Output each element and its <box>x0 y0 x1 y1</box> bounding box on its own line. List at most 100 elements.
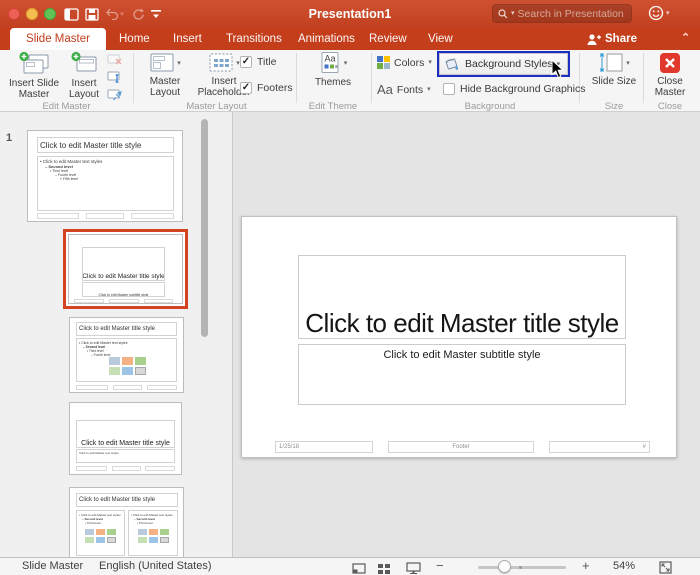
themes-label: Themes <box>314 77 352 88</box>
colors-caret: ▾ <box>428 59 432 66</box>
redo-icon[interactable] <box>130 6 146 22</box>
master-slide-number: 1 <box>6 132 13 144</box>
slide-editing-surface[interactable]: Click to edit Master title style Click t… <box>241 216 677 458</box>
footers-checkbox[interactable]: ✓ Footers <box>240 82 293 94</box>
chart-icon <box>149 529 158 535</box>
slide-size-button[interactable]: ▾ Slide Size <box>587 51 641 88</box>
close-window-button[interactable] <box>8 8 20 20</box>
zoom-window-button[interactable] <box>44 8 56 20</box>
thumbnail-slide-master[interactable]: Click to edit Master title style Click t… <box>27 130 183 222</box>
media-icon <box>160 537 169 543</box>
background-styles-label: Background Styles <box>465 58 553 70</box>
thumb-content-box: Click to edit Master text styles Second … <box>76 338 177 382</box>
group-label-edit-master: Edit Master <box>42 101 91 112</box>
collapse-ribbon-chevron[interactable]: ⌃ <box>681 28 690 50</box>
thumb-footer-box <box>144 299 173 303</box>
slide-sorter-button[interactable] <box>377 561 391 575</box>
group-label-master-layout: Master Layout <box>186 101 247 112</box>
fonts-label: Fonts <box>396 83 424 96</box>
zoom-slider-thumb[interactable] <box>498 560 511 573</box>
thumb-title-text: Click to edit Master title style <box>82 273 165 280</box>
footers-checkbox-box[interactable]: ✓ <box>240 82 252 94</box>
minimize-window-button[interactable] <box>26 8 38 20</box>
fit-to-window-icon <box>659 561 672 574</box>
insert-layout-label: Insert Layout <box>68 78 100 100</box>
statusbar-language[interactable]: English (United States) <box>99 558 212 575</box>
toolbar-options-icon[interactable] <box>148 6 164 22</box>
slide-footer-placeholder[interactable]: Footer <box>388 441 534 453</box>
thumb-content-right: Click to edit Master text styles Second … <box>128 510 178 556</box>
svg-text:Aa: Aa <box>324 54 335 64</box>
colors-icon <box>377 56 390 69</box>
search-input[interactable]: ▾ Search in Presentation <box>492 4 632 23</box>
statusbar-view-label[interactable]: Slide Master <box>22 558 83 575</box>
smartart-icon <box>107 529 116 535</box>
slide-date-placeholder[interactable]: 1/25/18 <box>275 441 373 453</box>
slide-number-placeholder[interactable]: # <box>549 441 650 453</box>
thumbnail-title-slide-layout-selected[interactable]: Click to edit Master title style Click t… <box>63 229 188 309</box>
footers-checkbox-label: Footers <box>257 82 293 94</box>
thumb-subtitle-text: Click to edit Master subtitle style <box>98 293 149 297</box>
normal-view-button[interactable] <box>352 561 366 575</box>
content-placeholder-icons <box>138 529 169 543</box>
tab-review[interactable]: Review <box>369 28 407 50</box>
title-checkbox-box[interactable]: ✓ <box>240 56 252 68</box>
smiley-icon <box>648 5 664 21</box>
slide-title-text: Click to edit Master title style <box>305 308 619 338</box>
thumb-subtitle-box: Click to edit Master subtitle style <box>82 282 165 297</box>
share-button[interactable]: Share <box>586 28 637 50</box>
tab-slide-master[interactable]: Slide Master <box>10 28 106 50</box>
thumbnail-section-header-layout[interactable]: Click to edit Master title style Click t… <box>69 402 182 475</box>
toggle-sidebar-icon[interactable] <box>63 6 79 22</box>
save-icon[interactable] <box>84 6 100 22</box>
insert-slide-master-button[interactable]: Insert Slide Master <box>6 51 62 100</box>
media-icon <box>107 537 116 543</box>
zoom-slider-track[interactable] <box>478 566 566 569</box>
zoom-out-button[interactable]: − <box>436 558 444 575</box>
workspace: 1 Click to edit Master title style Click… <box>0 112 700 557</box>
tab-animations[interactable]: Animations <box>298 28 355 50</box>
ribbon: Insert Slide Master Insert Layout Edit M… <box>0 50 700 112</box>
slide-subtitle-placeholder[interactable]: Click to edit Master subtitle style <box>298 344 626 405</box>
tab-view[interactable]: View <box>428 28 453 50</box>
thumb-title-box: Click to edit Master title style <box>76 420 175 448</box>
title-checkbox[interactable]: ✓ Title <box>240 56 276 68</box>
undo-dropdown-caret[interactable]: ▾ <box>118 6 126 22</box>
close-master-button[interactable]: Close Master <box>644 51 696 98</box>
colors-button[interactable]: Colors ▾ <box>377 56 432 69</box>
feedback-smiley-button[interactable]: ▾ <box>648 5 670 21</box>
slideshow-button[interactable] <box>406 561 421 575</box>
delete-slide-button[interactable] <box>105 52 125 67</box>
thumb-footer-box <box>131 213 174 219</box>
thumb-footer-box <box>145 466 175 471</box>
tab-home[interactable]: Home <box>119 28 150 50</box>
group-label-background: Background <box>464 101 516 112</box>
thumb-master-title: Click to edit Master title style <box>37 137 174 153</box>
thumb-text-box: Click to edit Master text styles <box>76 449 175 463</box>
hide-background-graphics-checkbox[interactable]: Hide Background Graphics <box>443 83 585 95</box>
master-layout-button[interactable]: ▾ Master Layout <box>137 51 193 98</box>
hide-background-graphics-box[interactable] <box>443 83 455 95</box>
rename-slide-button[interactable] <box>105 70 125 85</box>
fit-slide-to-window-button[interactable] <box>659 561 672 575</box>
thumb-content-left: Click to edit Master text styles Second … <box>76 510 125 556</box>
fonts-button[interactable]: Aa Fonts ▾ <box>377 82 431 97</box>
picture-icon <box>138 537 147 543</box>
tab-insert[interactable]: Insert <box>173 28 202 50</box>
themes-button[interactable]: Aa ▾ Themes <box>303 51 363 89</box>
zoom-percentage[interactable]: 54% <box>613 558 635 575</box>
zoom-in-button[interactable]: + <box>582 558 590 575</box>
zoom-slider-tick <box>519 566 522 569</box>
hide-background-graphics-label: Hide Background Graphics <box>460 83 586 95</box>
content-placeholder-icons <box>109 357 146 375</box>
thumbnail-two-content-layout[interactable]: Click to edit Master title style Click t… <box>69 487 184 557</box>
search-scope-caret[interactable]: ▾ <box>511 10 515 17</box>
slide-title-placeholder[interactable]: Click to edit Master title style <box>298 255 626 339</box>
insert-layout-icon <box>71 51 97 72</box>
tab-transitions[interactable]: Transitions <box>226 28 282 50</box>
thumbnail-title-content-layout[interactable]: Click to edit Master title style Click t… <box>69 317 184 393</box>
insert-layout-button[interactable]: Insert Layout <box>63 51 105 100</box>
table-icon <box>109 357 120 365</box>
thumbnail-scrollbar[interactable] <box>201 119 208 337</box>
background-styles-icon <box>445 58 459 70</box>
